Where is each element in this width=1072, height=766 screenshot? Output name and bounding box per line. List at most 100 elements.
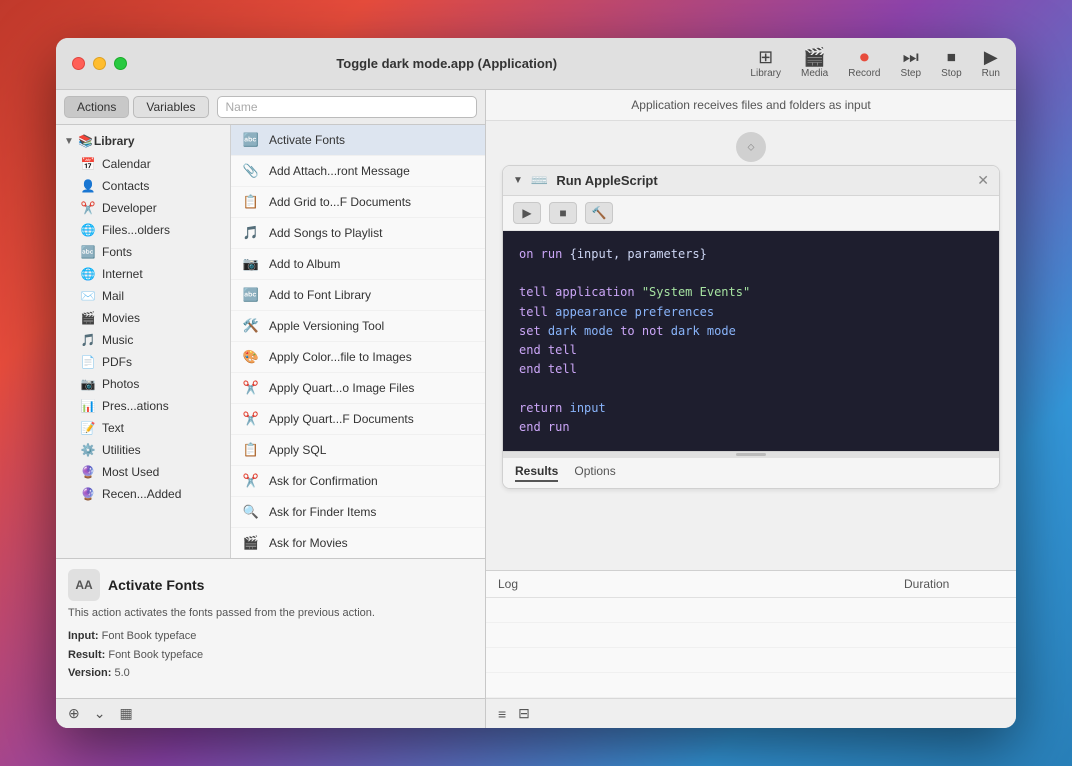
maximize-button[interactable] (114, 57, 127, 70)
action-item-ask-finder[interactable]: 🔍 Ask for Finder Items (231, 497, 485, 528)
library-icon: 📚 (78, 133, 94, 149)
media-button[interactable]: 🎬 Media (801, 48, 828, 79)
action-item-apply-sql[interactable]: 📋 Apply SQL (231, 435, 485, 466)
files-icon: 🌐 (80, 222, 96, 238)
grid-view-button[interactable]: ▦ (115, 703, 136, 724)
sidebar-item-internet[interactable]: 🌐 Internet (56, 263, 230, 285)
sidebar-item-fonts[interactable]: 🔤 Fonts (56, 241, 230, 263)
sidebar-item-files[interactable]: 🌐 Files...olders (56, 219, 230, 241)
action-item-apple-versioning[interactable]: 🛠️ Apple Versioning Tool (231, 311, 485, 342)
stop-label: Stop (941, 68, 962, 79)
workflow-description: Application receives files and folders a… (631, 98, 870, 112)
step-icon: ⏭ (903, 48, 919, 66)
record-button[interactable]: ⏺ Record (848, 48, 880, 79)
code-editor[interactable]: on run {input, parameters} tell applicat… (503, 231, 999, 451)
action-label-apply-color: Apply Color...file to Images (269, 350, 412, 364)
action-item-add-album[interactable]: 📷 Add to Album (231, 249, 485, 280)
sidebar-item-mostused[interactable]: 🔮 Most Used (56, 461, 230, 483)
sidebar-item-movies[interactable]: 🎬 Movies (56, 307, 230, 329)
tab-variables[interactable]: Variables (133, 96, 208, 118)
record-label: Record (848, 68, 880, 79)
calendar-icon: 📅 (80, 156, 96, 172)
sidebar-label-mail: Mail (102, 289, 124, 303)
main-content: Actions Variables ▼ 📚 Library 📅 Calendar (56, 90, 1016, 728)
ask-finder-icon: 🔍 (241, 502, 261, 522)
action-item-ask-movies[interactable]: 🎬 Ask for Movies (231, 528, 485, 558)
internet-icon: 🌐 (80, 266, 96, 282)
step-button[interactable]: ⏭ Step (900, 48, 921, 79)
search-input[interactable] (217, 96, 478, 118)
run-applescript-block: ▼ ⌨️ Run AppleScript ✕ ▶ ■ 🔨 on run {inp… (502, 165, 1000, 489)
tab-actions[interactable]: Actions (64, 96, 129, 118)
action-label-ask-confirm: Ask for Confirmation (269, 474, 378, 488)
close-action-button[interactable]: ✕ (977, 172, 989, 189)
action-item-add-font-lib[interactable]: 🔤 Add to Font Library (231, 280, 485, 311)
apple-versioning-icon: 🛠️ (241, 316, 261, 336)
add-font-lib-icon: 🔤 (241, 285, 261, 305)
action-item-apply-color[interactable]: 🎨 Apply Color...file to Images (231, 342, 485, 373)
minimize-button[interactable] (93, 57, 106, 70)
sidebar-label-music: Music (102, 333, 133, 347)
action-item-add-songs[interactable]: 🎵 Add Songs to Playlist (231, 218, 485, 249)
sidebar-library-header[interactable]: ▼ 📚 Library (56, 129, 230, 153)
input-label: Input: (68, 630, 99, 642)
text-icon: 📝 (80, 420, 96, 436)
stop-button[interactable]: ⏹ Stop (941, 48, 962, 79)
sidebar-item-contacts[interactable]: 👤 Contacts (56, 175, 230, 197)
sidebar-item-developer[interactable]: ✂️ Developer (56, 197, 230, 219)
sidebar-item-music[interactable]: 🎵 Music (56, 329, 230, 351)
sidebar-item-text[interactable]: 📝 Text (56, 417, 230, 439)
action-label-add-grid: Add Grid to...F Documents (269, 195, 411, 209)
action-item-apply-quart-f[interactable]: ✂️ Apply Quart...F Documents (231, 404, 485, 435)
version-value: 5.0 (114, 667, 129, 679)
action-label-apply-quart-f: Apply Quart...F Documents (269, 412, 414, 426)
tab-results[interactable]: Results (515, 464, 558, 482)
sidebar-item-utilities[interactable]: ⚙️ Utilities (56, 439, 230, 461)
workflow-connector-top: ⬦ (502, 137, 1000, 157)
list-view-button[interactable]: ≡ (496, 704, 508, 724)
sidebar-label-files: Files...olders (102, 223, 170, 237)
action-item-activate-fonts[interactable]: 🔤 Activate Fonts (231, 125, 485, 156)
library-button[interactable]: ⊞ Library (750, 48, 781, 79)
sidebar-label-developer: Developer (102, 201, 157, 215)
sidebar-item-pdfs[interactable]: 📄 PDFs (56, 351, 230, 373)
chevron-down-icon[interactable]: ⌄ (90, 703, 110, 724)
sidebar-item-presentations[interactable]: 📊 Pres...ations (56, 395, 230, 417)
action-label-add-songs: Add Songs to Playlist (269, 226, 382, 240)
workflow-area[interactable]: ⬦ ▼ ⌨️ Run AppleScript ✕ ▶ ■ 🔨 (486, 121, 1016, 570)
log-area: Log Duration ≡ ⊟ (486, 570, 1016, 728)
action-item-add-attach[interactable]: 📎 Add Attach...ront Message (231, 156, 485, 187)
tab-options[interactable]: Options (574, 464, 615, 482)
sidebar-item-recentadded[interactable]: 🔮 Recen...Added (56, 483, 230, 505)
action-item-ask-confirm[interactable]: ✂️ Ask for Confirmation (231, 466, 485, 497)
close-button[interactable] (72, 57, 85, 70)
connector-dot: ⬦ (736, 132, 766, 162)
run-icon: ▶ (984, 48, 998, 66)
run-button[interactable]: ▶ Run (982, 48, 1000, 79)
panels-row: ▼ 📚 Library 📅 Calendar 👤 Contacts ✂️ (56, 125, 485, 558)
action-item-add-grid[interactable]: 📋 Add Grid to...F Documents (231, 187, 485, 218)
version-label: Version: (68, 667, 111, 679)
left-panel: Actions Variables ▼ 📚 Library 📅 Calendar (56, 90, 486, 728)
ask-confirm-icon: ✂️ (241, 471, 261, 491)
stop-script-button[interactable]: ■ (549, 202, 577, 224)
compile-script-button[interactable]: 🔨 (585, 202, 613, 224)
action-label-add-font-lib: Add to Font Library (269, 288, 371, 302)
add-attach-icon: 📎 (241, 161, 261, 181)
add-grid-icon: 📋 (241, 192, 261, 212)
sidebar-item-mail[interactable]: ✉️ Mail (56, 285, 230, 307)
input-value: Font Book typeface (102, 630, 197, 642)
collapse-icon[interactable]: ▼ (513, 175, 523, 186)
column-view-button[interactable]: ⊟ (516, 703, 532, 724)
log-row-4 (486, 673, 1016, 698)
apply-quart-f-icon: ✂️ (241, 409, 261, 429)
add-action-button[interactable]: ⊕ (64, 703, 84, 724)
sidebar-item-calendar[interactable]: 📅 Calendar (56, 153, 230, 175)
action-item-apply-quart-img[interactable]: ✂️ Apply Quart...o Image Files (231, 373, 485, 404)
utilities-icon: ⚙️ (80, 442, 96, 458)
run-script-button[interactable]: ▶ (513, 202, 541, 224)
library-icon: ⊞ (758, 48, 773, 66)
sidebar-item-photos[interactable]: 📷 Photos (56, 373, 230, 395)
traffic-lights (72, 57, 127, 70)
bottom-icon-text: AA (75, 578, 92, 592)
